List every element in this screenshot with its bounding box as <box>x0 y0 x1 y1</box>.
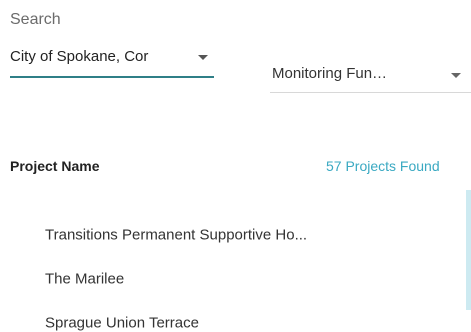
project-list-item[interactable]: Transitions Permanent Supportive Ho... <box>45 227 307 244</box>
city-filter-value: City of Spokane, Cor <box>10 48 149 65</box>
scrollbar-thumb[interactable] <box>466 190 471 310</box>
project-name-header[interactable]: Project Name <box>10 158 99 174</box>
city-filter-dropdown[interactable]: City of Spokane, Cor <box>10 44 214 78</box>
chevron-down-icon[interactable] <box>451 73 461 78</box>
monitoring-funder-dropdown[interactable]: Monitoring Fun… <box>270 58 471 93</box>
list-scrollbar[interactable] <box>466 190 471 310</box>
project-list-item[interactable]: Sprague Union Terrace <box>45 315 199 332</box>
project-list-item[interactable]: The Marilee <box>45 271 124 288</box>
chevron-down-icon[interactable] <box>198 55 208 60</box>
monitoring-funder-value: Monitoring Fun… <box>272 65 388 82</box>
search-label: Search <box>10 11 61 28</box>
results-count: 57 Projects Found <box>326 158 440 174</box>
